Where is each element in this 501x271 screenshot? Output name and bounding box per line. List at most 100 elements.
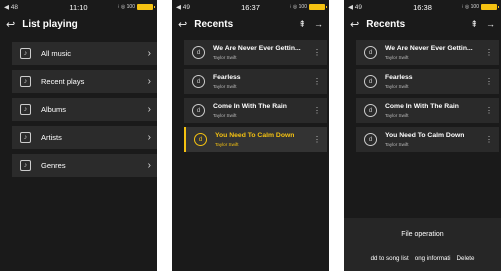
back-arrow-icon[interactable]: ↩ [350,18,359,31]
song-artist: Taylor Swift [213,113,237,118]
header: ↩ List playing [0,14,157,34]
disc-icon: d [364,75,377,88]
song-artist: Taylor Swift [385,142,409,147]
song-text: Come In With The Rain Taylor Swift [213,103,305,118]
battery-icon [481,4,499,10]
song-artist: Taylor Swift [385,113,409,118]
song-item[interactable]: d We Are Never Ever Gettin... Taylor Swi… [356,40,499,65]
chevron-right-icon: › [147,104,151,115]
song-title: Come In With The Rain [213,103,287,110]
back-arrow-icon[interactable]: ↩ [178,18,187,31]
music-file-icon: ♪ [20,132,31,143]
menu-item-recent-plays[interactable]: ♪ Recent plays › [12,70,157,93]
header-actions: ⇞ → [298,19,323,30]
page-title: Recents [194,18,234,30]
locate-arrow-icon[interactable]: → [486,19,495,30]
song-item[interactable]: d Come In With The Rain Taylor Swift ⋮ [184,98,327,123]
song-artist: Taylor Swift [215,142,239,147]
chevron-right-icon: › [147,132,151,143]
disc-icon: d [192,46,205,59]
battery-icon [309,4,327,10]
locate-arrow-icon[interactable]: → [314,19,323,30]
song-item[interactable]: d Fearless Taylor Swift ⋮ [356,69,499,94]
phone-screen-list-playing: ◀ 48 11:10 ⁝ ◎ 100 ↩ List playing ♪ All … [0,0,157,271]
header: ↩ Recents ⇞ → [344,14,501,34]
more-options-icon[interactable]: ⋮ [485,106,493,115]
menu-label: Recent plays [41,77,85,86]
song-artist: Taylor Swift [385,55,409,60]
song-title: We Are Never Ever Gettin... [213,45,301,52]
music-file-icon: ♪ [20,76,31,87]
song-title: You Need To Calm Down [385,132,465,139]
status-time: 16:38 [413,2,432,12]
music-file-icon: ♪ [20,48,31,59]
phone-screen-recents: ◀ 49 16:37 ⁝ ◎ 100 ↩ Recents ⇞ → d We Ar… [172,0,329,271]
back-arrow-icon[interactable]: ↩ [6,18,15,31]
sheet-options: dd to song list ong informati Delete [344,255,501,262]
header-actions: ⇞ → [470,19,495,30]
disc-icon: d [364,133,377,146]
menu-item-all-music[interactable]: ♪ All music › [12,42,157,65]
song-item[interactable]: d We Are Never Ever Gettin... Taylor Swi… [184,40,327,65]
music-file-icon: ♪ [20,104,31,115]
song-text: Fearless Taylor Swift [213,74,305,89]
header: ↩ Recents ⇞ → [172,14,329,34]
song-title: Fearless [385,74,413,81]
delete-option[interactable]: Delete [457,255,475,262]
more-options-icon[interactable]: ⋮ [485,135,493,144]
sort-icon[interactable]: ⇞ [298,19,306,30]
music-file-icon: ♪ [20,160,31,171]
song-title: You Need To Calm Down [215,132,295,139]
chevron-right-icon: › [147,160,151,171]
status-bar: ◀ 48 11:10 ⁝ ◎ 100 [0,0,157,14]
more-options-icon[interactable]: ⋮ [313,48,321,57]
disc-icon: d [364,104,377,117]
sort-icon[interactable]: ⇞ [470,19,478,30]
page-title: List playing [22,18,78,30]
status-bar: ◀ 49 16:37 ⁝ ◎ 100 [172,0,329,14]
menu-item-artists[interactable]: ♪ Artists › [12,126,157,149]
status-bar: ◀ 49 16:38 ⁝ ◎ 100 [344,0,501,14]
song-text: We Are Never Ever Gettin... Taylor Swift [213,45,305,60]
song-artist: Taylor Swift [213,84,237,89]
status-time: 11:10 [69,2,88,12]
menu-label: Genres [41,161,66,170]
song-title: Fearless [213,74,241,81]
chevron-right-icon: › [147,76,151,87]
song-item[interactable]: d Fearless Taylor Swift ⋮ [184,69,327,94]
more-options-icon[interactable]: ⋮ [313,77,321,86]
more-options-icon[interactable]: ⋮ [313,135,321,144]
battery-icon [137,4,155,10]
disc-icon: d [192,75,205,88]
status-time: 16:37 [241,2,260,12]
song-information-option[interactable]: ong informati [415,255,451,262]
page-title: Recents [366,18,406,30]
menu-label: Artists [41,133,62,142]
more-options-icon[interactable]: ⋮ [485,77,493,86]
menu-item-albums[interactable]: ♪ Albums › [12,98,157,121]
song-item[interactable]: d You Need To Calm Down Taylor Swift ⋮ [356,127,499,152]
more-options-icon[interactable]: ⋮ [313,106,321,115]
song-item-now-playing[interactable]: d You Need To Calm Down Taylor Swift ⋮ [184,127,327,152]
song-title: Come In With The Rain [385,103,459,110]
disc-icon: d [192,104,205,117]
sheet-title: File operation [401,231,444,238]
add-to-song-list-option[interactable]: dd to song list [371,255,409,262]
chevron-right-icon: › [147,48,151,59]
disc-icon: d [194,133,207,146]
song-item[interactable]: d Come In With The Rain Taylor Swift ⋮ [356,98,499,123]
more-options-icon[interactable]: ⋮ [485,48,493,57]
disc-icon: d [364,46,377,59]
song-title: We Are Never Ever Gettin... [385,45,473,52]
song-artist: Taylor Swift [385,84,409,89]
song-text: You Need To Calm Down Taylor Swift [385,132,477,147]
phone-screen-recents-file-operation: ◀ 49 16:38 ⁝ ◎ 100 ↩ Recents ⇞ → d We Ar… [344,0,501,271]
song-text: You Need To Calm Down Taylor Swift [215,132,305,147]
song-text: Come In With The Rain Taylor Swift [385,103,477,118]
menu-label: All music [41,49,72,58]
menu-label: Albums [41,105,67,114]
song-text: Fearless Taylor Swift [385,74,477,89]
song-text: We Are Never Ever Gettin... Taylor Swift [385,45,477,60]
menu-item-genres[interactable]: ♪ Genres › [12,154,157,177]
song-artist: Taylor Swift [213,55,237,60]
